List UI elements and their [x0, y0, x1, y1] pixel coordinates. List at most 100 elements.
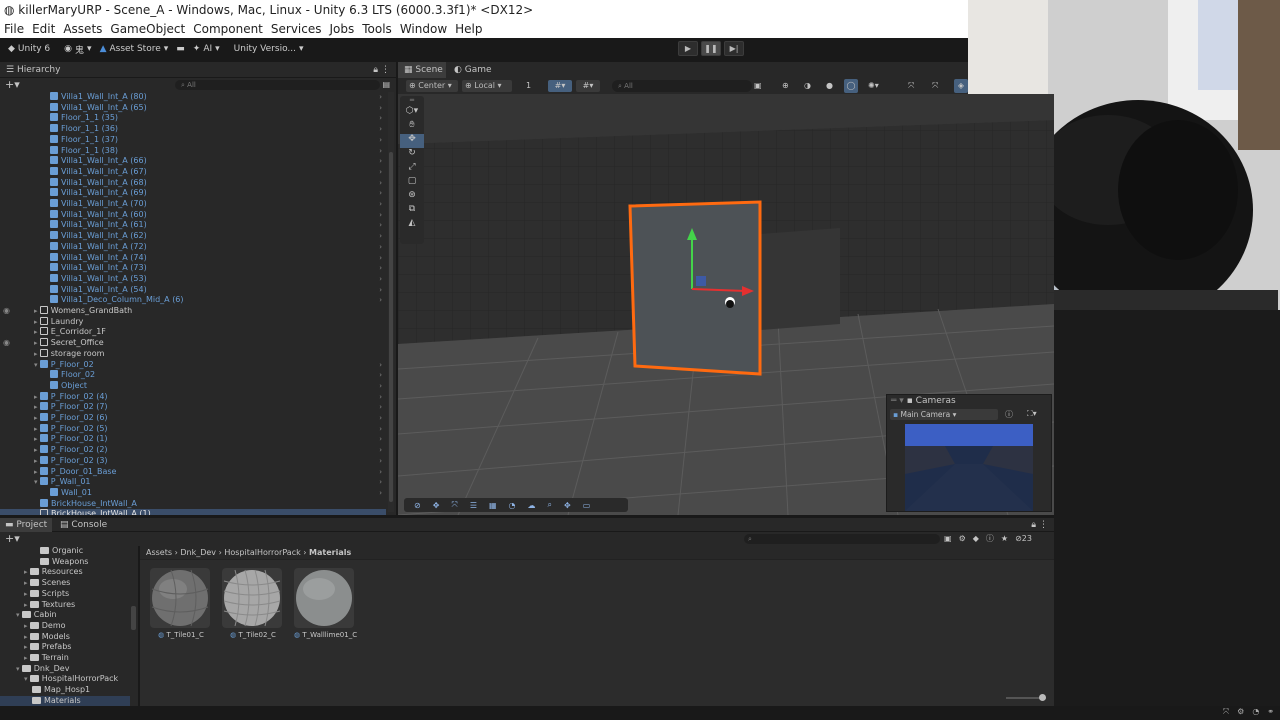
- hierarchy-item[interactable]: Villa1_Wall_Int_A (68) ›: [0, 177, 386, 189]
- favorite-star-icon[interactable]: ★: [1001, 532, 1008, 546]
- info-icon[interactable]: ⓘ: [986, 532, 994, 546]
- open-prefab-arrow-icon[interactable]: ›: [379, 199, 382, 210]
- project-folder-item[interactable]: ▸ Prefabs: [0, 642, 130, 653]
- open-prefab-arrow-icon[interactable]: ›: [379, 434, 382, 445]
- foldout-arrow-icon[interactable]: ▸: [24, 568, 30, 576]
- screen-icon[interactable]: ▭: [583, 501, 591, 510]
- move-tool-icon[interactable]: ✥: [400, 134, 424, 148]
- scene-search-options-icon[interactable]: ▣: [754, 80, 762, 92]
- foldout-arrow-icon[interactable]: ▸: [34, 435, 40, 443]
- hierarchy-item[interactable]: ▸ P_Floor_02 (7) ›: [0, 402, 386, 413]
- project-folder-item[interactable]: ▾ HospitalHorrorPack: [0, 674, 130, 685]
- open-prefab-arrow-icon[interactable]: ›: [379, 124, 382, 135]
- unity-account-button[interactable]: ◆ Unity 6: [8, 44, 50, 54]
- project-folder-item[interactable]: Organic: [0, 546, 130, 557]
- tilemap-icon[interactable]: ▦: [489, 501, 497, 510]
- open-prefab-arrow-icon[interactable]: ›: [379, 146, 382, 157]
- open-prefab-arrow-icon[interactable]: ›: [379, 477, 382, 488]
- open-prefab-arrow-icon[interactable]: ›: [379, 456, 382, 467]
- open-prefab-arrow-icon[interactable]: ›: [379, 402, 382, 413]
- package-manager-button[interactable]: ▬: [176, 44, 185, 54]
- hierarchy-item[interactable]: Object ›: [0, 380, 386, 392]
- project-folder-item[interactable]: ▸ Models: [0, 632, 130, 643]
- foldout-arrow-icon[interactable]: ▸: [34, 468, 40, 476]
- menu-gameobject[interactable]: GameObject: [106, 20, 189, 38]
- hierarchy-item[interactable]: ▸ Secret_Office ◉: [0, 338, 386, 349]
- kebab-menu-icon[interactable]: ⋮: [381, 62, 390, 78]
- project-folder-item[interactable]: Materials: [0, 695, 130, 706]
- open-prefab-arrow-icon[interactable]: ›: [379, 392, 382, 403]
- asset-tile-t-tile02[interactable]: ◍ T_Tile02_C: [222, 568, 284, 639]
- open-prefab-arrow-icon[interactable]: ›: [379, 103, 382, 114]
- foldout-arrow-icon[interactable]: ▸: [34, 328, 40, 336]
- project-folder-item[interactable]: ▸ Demo: [0, 621, 130, 632]
- scrollbar-thumb[interactable]: [389, 152, 393, 502]
- menu-file[interactable]: File: [0, 20, 28, 38]
- lock-icon[interactable]: 🔒︎: [1031, 518, 1036, 532]
- align-icon[interactable]: ☰: [470, 501, 477, 510]
- project-folder-item[interactable]: Map_Hosp1: [0, 685, 130, 696]
- effects-toggle-icon[interactable]: ⤧: [908, 80, 914, 92]
- menu-edit[interactable]: Edit: [28, 20, 59, 38]
- open-prefab-arrow-icon[interactable]: ›: [379, 488, 382, 499]
- foldout-arrow-icon[interactable]: ▸: [24, 601, 30, 609]
- hierarchy-item[interactable]: Floor_1_1 (38) ›: [0, 145, 386, 157]
- open-prefab-arrow-icon[interactable]: ›: [379, 135, 382, 146]
- step-button[interactable]: ▶|: [724, 41, 744, 56]
- space-dropdown[interactable]: ⊕ Local ▾: [462, 80, 512, 92]
- hierarchy-item[interactable]: Villa1_Wall_Int_A (62) ›: [0, 231, 386, 242]
- hierarchy-item[interactable]: Villa1_Wall_Int_A (69) ›: [0, 188, 386, 199]
- open-prefab-arrow-icon[interactable]: ›: [379, 156, 382, 167]
- spline-icon[interactable]: ✥: [433, 501, 440, 510]
- hierarchy-item[interactable]: BrickHouse_IntWall_A: [0, 498, 386, 510]
- activity-icon[interactable]: ◔: [1252, 707, 1259, 717]
- shaded-icon[interactable]: ●: [826, 80, 833, 92]
- hierarchy-item[interactable]: ▸ P_Floor_02 (5) ›: [0, 423, 386, 435]
- foldout-arrow-icon[interactable]: ▸: [24, 590, 30, 598]
- hierarchy-item[interactable]: ▸ P_Floor_02 (6) ›: [0, 413, 386, 424]
- open-prefab-arrow-icon[interactable]: ›: [379, 210, 382, 221]
- search-by-label-icon[interactable]: ⚙: [959, 532, 966, 546]
- cloud-icon[interactable]: ☁︎: [528, 501, 536, 510]
- hierarchy-item[interactable]: ▸ P_Floor_02 (1) ›: [0, 434, 386, 445]
- ai-button[interactable]: ✦ AI ▾: [193, 44, 220, 54]
- snap-toggle[interactable]: #▾: [576, 80, 600, 92]
- grid-toggle[interactable]: #▾: [548, 80, 572, 92]
- hierarchy-filter-icon[interactable]: ▤: [382, 78, 390, 92]
- camera-frame-icon[interactable]: ⛶▾: [1027, 409, 1037, 419]
- thumbnail-size-slider[interactable]: [1006, 694, 1046, 701]
- orbit-icon[interactable]: ◔: [509, 501, 516, 510]
- hierarchy-item[interactable]: ▾ P_Wall_01 ›: [0, 477, 386, 488]
- lit-shading-icon[interactable]: ◯: [844, 79, 858, 93]
- globe-icon[interactable]: ⊕: [782, 80, 789, 92]
- kebab-menu-icon[interactable]: ⋮: [1039, 518, 1048, 532]
- open-prefab-arrow-icon[interactable]: ›: [379, 295, 382, 306]
- project-folder-item[interactable]: ▾ Dnk_Dev: [0, 664, 130, 675]
- breadcrumb-hospital-horror-pack[interactable]: HospitalHorrorPack: [224, 548, 300, 557]
- open-prefab-arrow-icon[interactable]: ›: [379, 263, 382, 274]
- wireframe-shading-icon[interactable]: ◑: [804, 80, 811, 92]
- hierarchy-scrollbar[interactable]: [388, 92, 394, 512]
- foldout-arrow-icon[interactable]: ▾: [16, 665, 22, 673]
- hierarchy-item[interactable]: Villa1_Deco_Column_Mid_A (6) ›: [0, 295, 386, 306]
- snap-value[interactable]: 1: [526, 80, 531, 92]
- open-prefab-arrow-icon[interactable]: ›: [379, 381, 382, 392]
- lock-icon[interactable]: 🔒︎: [373, 62, 378, 78]
- bake-icon[interactable]: ⚭: [1267, 707, 1274, 717]
- tab-hierarchy[interactable]: Hierarchy: [17, 65, 61, 75]
- tab-scene[interactable]: ▦ Scene: [398, 62, 446, 78]
- foldout-arrow-icon[interactable]: ▸: [34, 425, 40, 433]
- hierarchy-search-input[interactable]: ⌕ All: [175, 80, 380, 90]
- scale-tool-icon[interactable]: ⤢: [400, 162, 424, 176]
- camera-info-icon[interactable]: ⓘ: [1005, 409, 1013, 420]
- asset-tile-t-tile01[interactable]: ◍ T_Tile01_C: [150, 568, 212, 639]
- camera-select-dropdown[interactable]: ▪ Main Camera ▾: [890, 409, 998, 420]
- rotate-tool-icon[interactable]: ↻: [400, 148, 424, 162]
- foldout-arrow-icon[interactable]: ▾: [16, 611, 22, 619]
- foldout-arrow-icon[interactable]: ▸: [34, 350, 40, 358]
- hierarchy-item[interactable]: Villa1_Wall_Int_A (73) ›: [0, 263, 386, 274]
- foldout-arrow-icon[interactable]: ▸: [34, 393, 40, 401]
- foldout-arrow-icon[interactable]: ▾: [24, 675, 30, 683]
- hierarchy-item[interactable]: ▸ Womens_GrandBath ◉: [0, 306, 386, 317]
- menu-assets[interactable]: Assets: [59, 20, 106, 38]
